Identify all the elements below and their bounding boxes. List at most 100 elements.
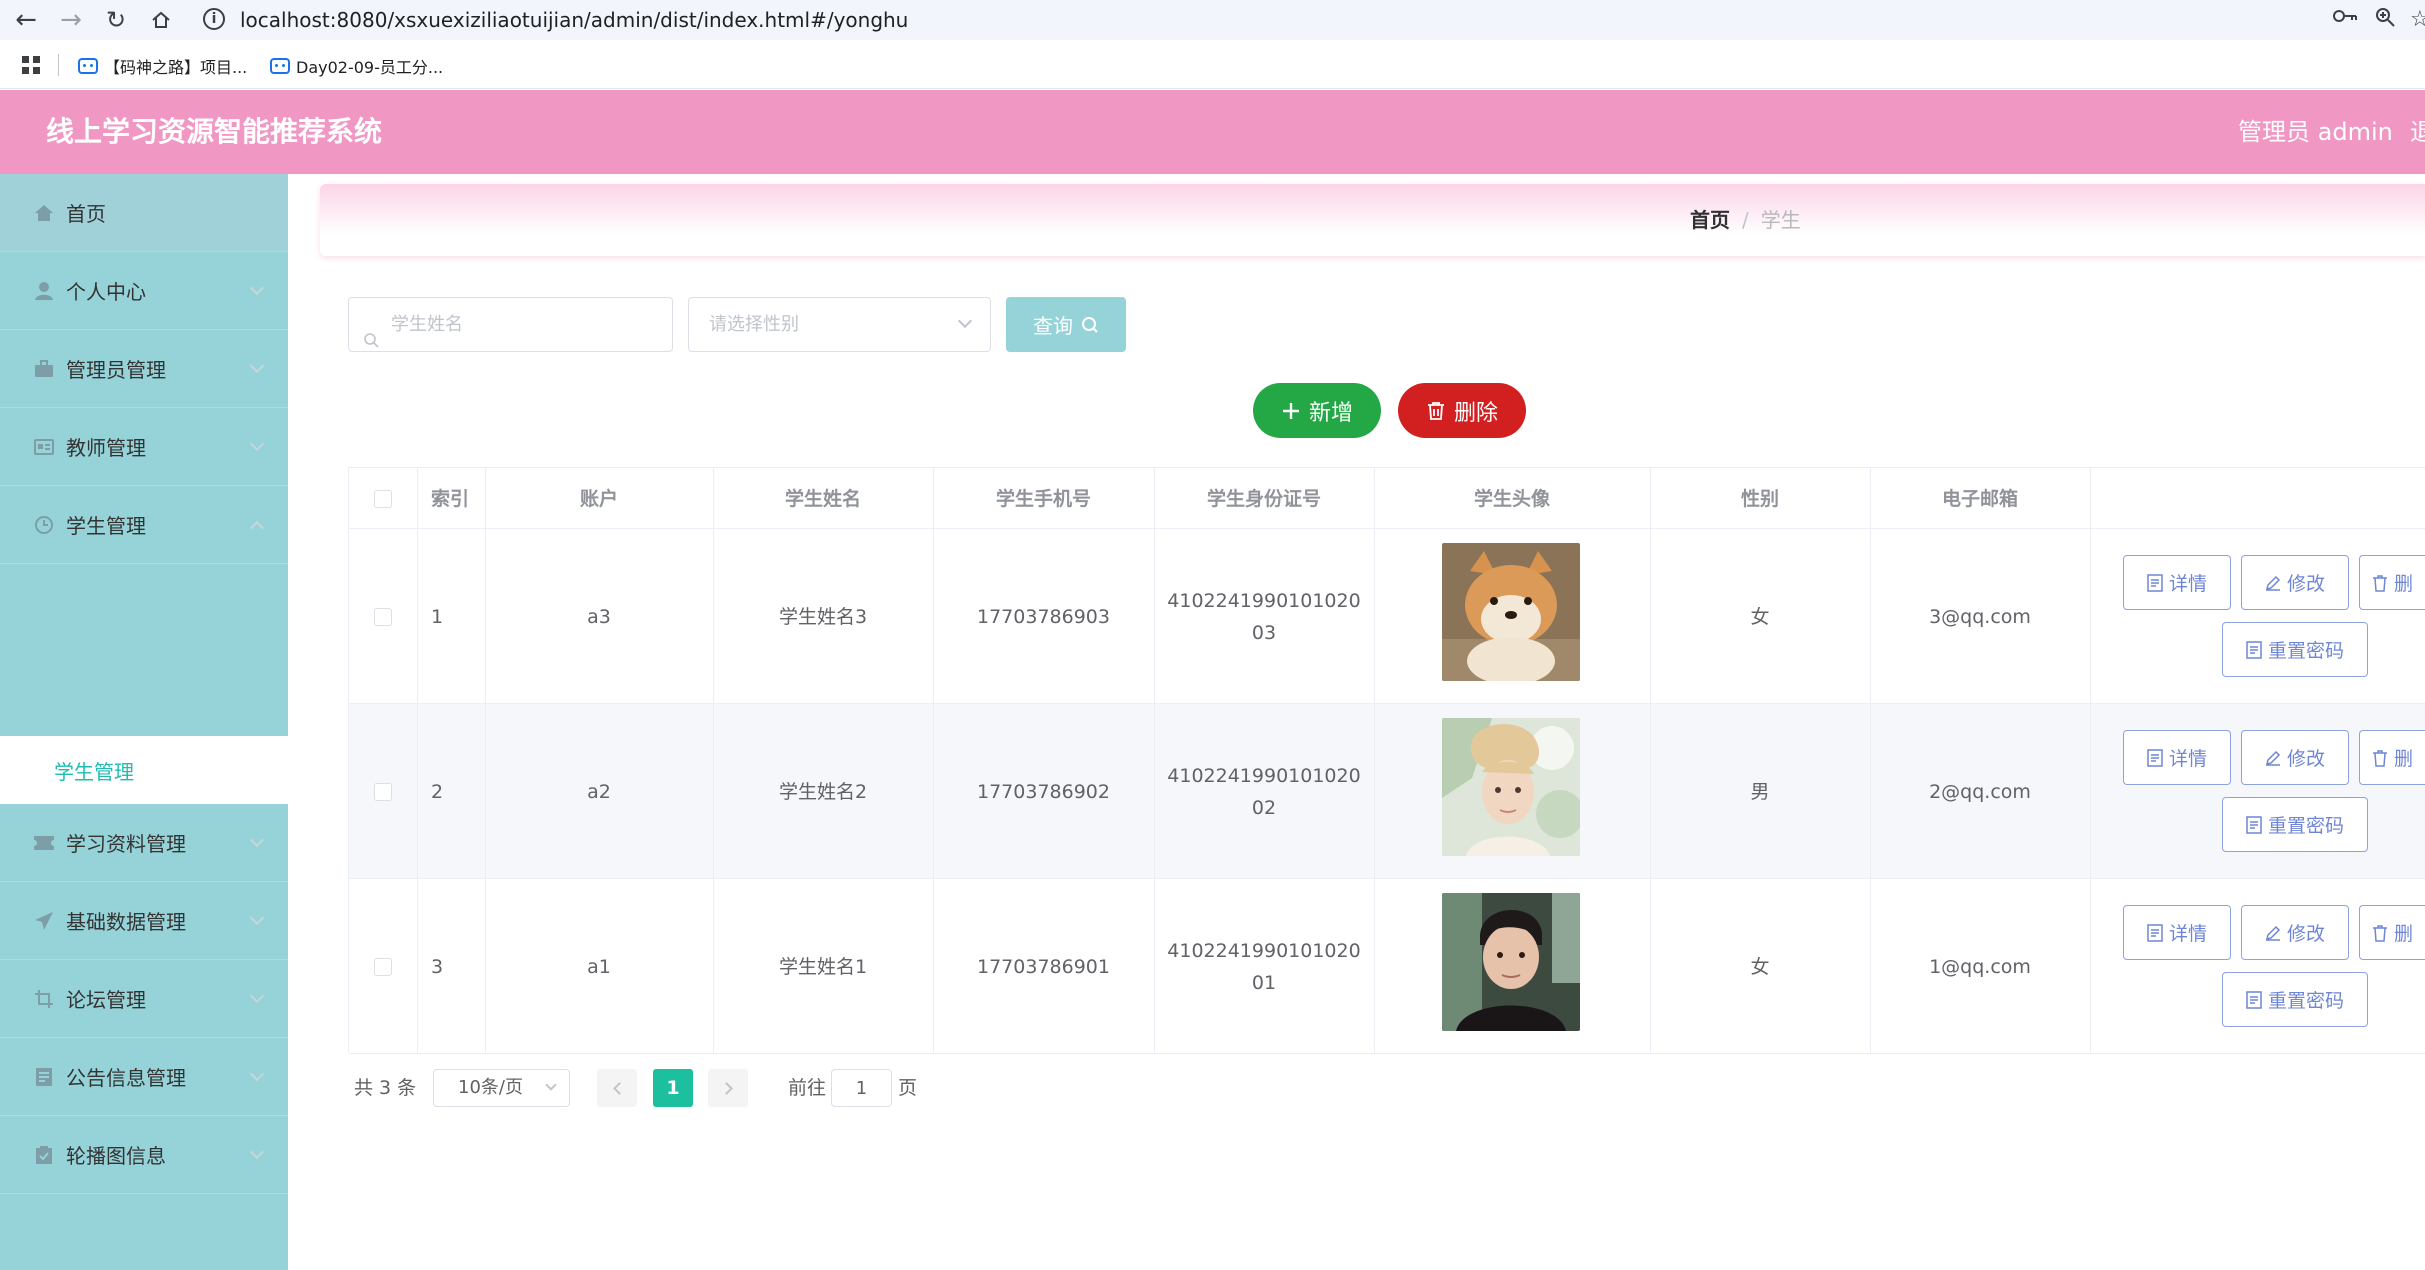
row-checkbox[interactable]	[374, 957, 392, 976]
apps-grid-icon[interactable]	[22, 56, 40, 74]
query-button[interactable]: 查询	[1006, 297, 1126, 352]
sidebar-item-student-management[interactable]: 学生管理	[0, 486, 288, 564]
goto-suffix: 页	[898, 1077, 918, 1099]
student-avatar-image[interactable]	[1442, 543, 1580, 681]
row-checkbox-cell	[349, 879, 417, 1054]
home-button-icon[interactable]	[145, 4, 177, 36]
pencil-icon	[2265, 925, 2281, 941]
row-checkbox[interactable]	[374, 607, 392, 626]
forward-arrow-icon[interactable]: →	[55, 4, 87, 36]
row-delete-button[interactable]: 删	[2359, 905, 2425, 960]
crop-icon	[32, 987, 56, 1011]
id-number-line: 03	[1251, 621, 1277, 644]
column-divider	[2090, 468, 2091, 1053]
column-divider	[1154, 468, 1155, 1053]
table-row: 2 a2 学生姓名2 17703786902 4102241990101020 …	[349, 704, 2425, 879]
id-card-icon	[32, 435, 56, 459]
page-number-current[interactable]: 1	[653, 1069, 693, 1107]
page-size-select[interactable]: 10条/页	[433, 1069, 570, 1107]
chevron-right-icon	[719, 1081, 733, 1095]
breadcrumb-home[interactable]: 首页	[1690, 208, 1730, 232]
sidebar-item-basic-data[interactable]: 基础数据管理	[0, 882, 288, 960]
student-name-search-input[interactable]: 学生姓名	[348, 297, 673, 352]
detail-button[interactable]: 详情	[2123, 905, 2231, 960]
breadcrumb: 首页 / 学生	[1690, 206, 1801, 234]
goto-page-input[interactable]	[831, 1069, 892, 1107]
student-table: 索引 账户 学生姓名 学生手机号 学生身份证号 学生头像 性别 电子邮箱 操作 …	[348, 467, 2425, 1054]
search-icon	[1082, 316, 1098, 333]
detail-button[interactable]: 详情	[2123, 730, 2231, 785]
chevron-down-icon	[249, 436, 265, 451]
detail-button-label: 详情	[2168, 923, 2207, 945]
back-arrow-icon[interactable]: ←	[10, 4, 42, 36]
select-all-cell	[349, 468, 417, 529]
current-user[interactable]: 管理员 admin	[2238, 114, 2393, 150]
sidebar-subitem-student-management[interactable]: 学生管理	[0, 736, 288, 804]
home-icon	[32, 201, 56, 225]
reset-password-button[interactable]: 重置密码	[2222, 797, 2368, 852]
reset-password-button[interactable]: 重置密码	[2222, 972, 2368, 1027]
next-page-button[interactable]	[708, 1069, 748, 1107]
star-icon[interactable]: ☆	[2410, 6, 2425, 34]
logout-link[interactable]: 退	[2410, 114, 2425, 150]
sidebar-item-forum[interactable]: 论坛管理	[0, 960, 288, 1038]
app-header: 线上学习资源智能推荐系统 管理员 admin 退	[0, 90, 2425, 174]
chevron-down-icon	[249, 910, 265, 925]
goto-prefix: 前往	[788, 1077, 827, 1099]
prev-page-button[interactable]	[597, 1069, 637, 1107]
gender-select[interactable]: 请选择性别	[688, 297, 991, 352]
pencil-icon	[2265, 750, 2281, 766]
delete-button-label: 删除	[1453, 400, 1498, 426]
reset-password-button-label: 重置密码	[2267, 640, 2344, 662]
edit-button[interactable]: 修改	[2241, 555, 2349, 610]
bookmark-item[interactable]: 【码神之路】项目...	[78, 52, 247, 80]
student-avatar-image[interactable]	[1442, 718, 1580, 856]
sidebar-item-label: 公告信息管理	[66, 1066, 186, 1090]
table-header: 索引 账户 学生姓名 学生手机号 学生身份证号 学生头像 性别 电子邮箱 操作	[349, 468, 2425, 529]
sidebar-item-label: 基础数据管理	[66, 910, 186, 934]
sidebar-item-personal-center[interactable]: 个人中心	[0, 252, 288, 330]
sidebar-item-admin-management[interactable]: 管理员管理	[0, 330, 288, 408]
sidebar-item-carousel[interactable]: 轮播图信息	[0, 1116, 288, 1194]
zoom-icon[interactable]	[2374, 6, 2396, 36]
header-phone: 学生手机号	[995, 487, 1091, 510]
edit-button[interactable]: 修改	[2241, 730, 2349, 785]
site-info-icon[interactable]: i	[203, 8, 225, 30]
column-divider	[1374, 468, 1375, 1053]
sidebar-item-label: 管理员管理	[66, 358, 166, 382]
row-checkbox-cell	[349, 704, 417, 879]
header-id-number: 学生身份证号	[1206, 487, 1321, 510]
chevron-down-icon	[249, 1144, 265, 1159]
row-delete-button[interactable]: 删	[2359, 555, 2425, 610]
cell-phone: 17703786902	[977, 780, 1110, 803]
sidebar-item-announcements[interactable]: 公告信息管理	[0, 1038, 288, 1116]
add-button[interactable]: 新增	[1253, 383, 1381, 438]
column-divider	[1650, 468, 1651, 1053]
address-bar[interactable]: localhost:8080/xsxuexiziliaotuijian/admi…	[240, 6, 908, 34]
column-divider	[713, 468, 714, 1053]
select-all-checkbox[interactable]	[374, 489, 392, 508]
chevron-down-icon	[957, 313, 973, 329]
table-row: 3 a1 学生姓名1 17703786901 4102241990101020 …	[349, 879, 2425, 1054]
chevron-down-icon	[545, 1079, 557, 1091]
sidebar-item-teacher-management[interactable]: 教师管理	[0, 408, 288, 486]
detail-button[interactable]: 详情	[2123, 555, 2231, 610]
edit-button[interactable]: 修改	[2241, 905, 2349, 960]
reset-password-button[interactable]: 重置密码	[2222, 622, 2368, 677]
bookmark-item[interactable]: Day02-09-员工分...	[270, 52, 443, 80]
row-delete-button[interactable]: 删	[2359, 730, 2425, 785]
detail-button-label: 详情	[2168, 748, 2207, 770]
sidebar-item-learning-materials[interactable]: 学习资料管理	[0, 804, 288, 882]
cell-student-name: 学生姓名2	[778, 780, 868, 803]
detail-button-label: 详情	[2168, 573, 2207, 595]
row-checkbox[interactable]	[374, 782, 392, 801]
delete-button[interactable]: 删除	[1398, 383, 1526, 438]
sidebar-item-home[interactable]: 首页	[0, 174, 288, 252]
reload-icon[interactable]: ↻	[100, 4, 132, 36]
user-icon	[32, 279, 56, 303]
student-avatar-image[interactable]	[1442, 893, 1580, 1031]
key-icon[interactable]	[2332, 6, 2358, 34]
sidebar-item-label: 论坛管理	[66, 988, 146, 1012]
cell-account: a3	[587, 605, 611, 628]
breadcrumb-current: 学生	[1760, 208, 1801, 232]
